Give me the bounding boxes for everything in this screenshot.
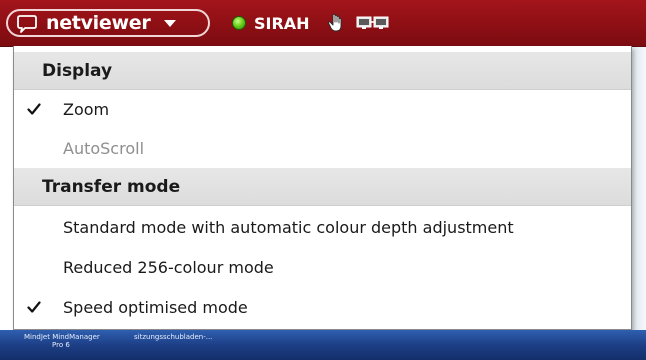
chat-bubble-icon (16, 14, 38, 33)
menu-item-label: Standard mode with automatic colour dept… (63, 217, 514, 237)
taskbar-item-sitzungsschubladen[interactable]: sitzungsschubladen-... (134, 333, 212, 355)
brand-name: netviewer (46, 12, 151, 34)
status-online-icon (232, 16, 246, 30)
session-name: SIRAH (254, 13, 310, 33)
menu-item-label: Speed optimised mode (63, 297, 248, 317)
menu-item-reduced-256-colour[interactable]: Reduced 256-colour mode (14, 248, 631, 286)
section-header-display: Display (14, 52, 631, 90)
desktop-background (632, 46, 646, 360)
taskbar: MindJet MindManager Pro 6 sitzungsschubl… (0, 330, 646, 360)
monitor-switch-icon[interactable] (356, 14, 390, 32)
hand-icon[interactable] (326, 12, 346, 34)
section-header-label: Display (42, 60, 113, 81)
checkmark-icon (27, 101, 41, 115)
netviewer-menu-button[interactable]: netviewer (6, 9, 210, 37)
menu-item-zoom[interactable]: Zoom (14, 90, 631, 128)
section-header-transfer-mode: Transfer mode (14, 168, 631, 206)
checkmark-icon (27, 299, 41, 313)
taskbar-item-label: MindJet MindManager (24, 333, 100, 341)
menu-item-autoscroll[interactable]: AutoScroll (14, 129, 631, 167)
screen: netviewer SIRAH Display Zoom AutoScroll … (0, 0, 646, 360)
menu-item-speed-optimised[interactable]: Speed optimised mode (14, 288, 631, 326)
dropdown-menu: Display Zoom AutoScroll Transfer mode St… (13, 46, 632, 330)
section-header-label: Transfer mode (42, 176, 181, 197)
menu-item-label: Zoom (63, 99, 110, 119)
menu-item-label: Reduced 256-colour mode (63, 257, 274, 277)
chevron-down-icon (164, 19, 177, 27)
netviewer-toolbar: netviewer SIRAH (0, 0, 646, 47)
session-info: SIRAH (232, 10, 390, 36)
menu-item-label: AutoScroll (63, 138, 145, 158)
taskbar-item-sublabel: Pro 6 (52, 341, 70, 349)
menu-item-standard-mode[interactable]: Standard mode with automatic colour dept… (14, 208, 631, 246)
taskbar-item-label: sitzungsschubladen-... (134, 333, 213, 341)
taskbar-item-mindmanager[interactable]: MindJet MindManager Pro 6 (24, 333, 100, 355)
